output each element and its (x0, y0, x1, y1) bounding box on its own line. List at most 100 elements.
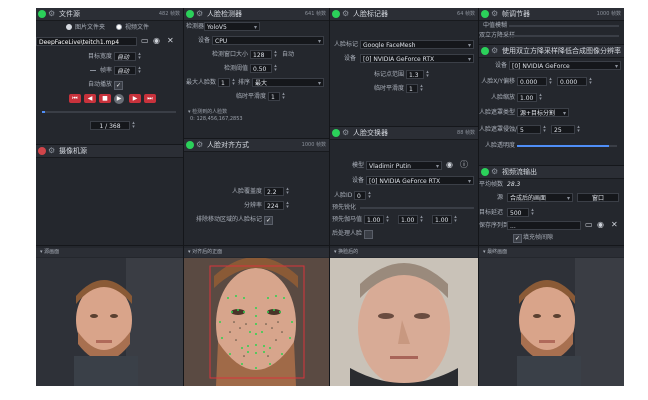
window-size-input[interactable]: 128 (250, 50, 272, 59)
stepper-icon[interactable]: ▴ ▾ (588, 77, 593, 86)
power-toggle-icon[interactable] (332, 10, 340, 18)
play-button[interactable]: ▶ (114, 94, 124, 104)
marker-select[interactable]: Google FaceMesh (360, 40, 474, 49)
power-toggle-icon[interactable] (186, 141, 194, 149)
post-process-checkbox[interactable] (364, 230, 373, 239)
stepper-icon[interactable]: ▴ ▾ (285, 201, 290, 210)
face-id-input[interactable]: 0 (354, 191, 366, 200)
gear-icon[interactable]: ⚙ (196, 9, 205, 18)
power-toggle-icon[interactable] (38, 10, 46, 18)
device-select[interactable]: [0] NVIDIA GeForce RTX (360, 54, 474, 63)
power-toggle-icon[interactable] (38, 147, 46, 155)
stepper-icon[interactable]: ▴ ▾ (231, 78, 236, 87)
mask-select[interactable]: 源+目标分割 (517, 108, 569, 117)
exclude-checkbox[interactable]: ✓ (264, 216, 273, 225)
device-select[interactable]: [0] NVIDIA GeForce RTX (366, 176, 474, 185)
stepper-icon[interactable]: ▴ ▾ (425, 70, 430, 79)
gear-icon[interactable]: ⚙ (48, 9, 57, 18)
frame-counter[interactable]: 1 / 368 (90, 121, 130, 130)
temporal-input[interactable]: 1 (268, 92, 280, 101)
gear-icon[interactable]: ⚙ (491, 46, 500, 55)
stepper-icon[interactable]: ▴ ▾ (273, 50, 278, 59)
panel-header: ⚙ 人脸交换器 88 帧数 (330, 127, 478, 140)
info-icon[interactable]: ⓘ (460, 160, 468, 170)
stepper-icon[interactable]: ▴ ▾ (285, 187, 290, 196)
gear-icon[interactable]: ⚙ (342, 128, 351, 137)
stop-button[interactable]: ■ (99, 94, 111, 103)
device-select[interactable]: CPU (212, 36, 324, 45)
model-select[interactable]: Vladimir Putin (366, 161, 442, 170)
gamma-b-input[interactable]: 1.00 (432, 215, 452, 224)
stepper-icon[interactable]: ▴ ▾ (548, 77, 553, 86)
coverage-input[interactable]: 2.2 (264, 187, 284, 196)
device-select[interactable]: [0] NVIDIA GeForce (509, 61, 621, 70)
power-toggle-icon[interactable] (481, 10, 489, 18)
folder-icon[interactable]: ▭ (141, 36, 149, 46)
file-path-input[interactable]: DeepFaceLive\teitch1.mp4 (36, 37, 137, 46)
scale-input[interactable]: 1.00 (517, 93, 537, 102)
step-forward-button[interactable]: ▶ (129, 94, 141, 103)
stepper-icon[interactable]: ▴ ▾ (419, 84, 424, 93)
eye-icon[interactable]: ◉ (153, 36, 160, 46)
max-faces-input[interactable]: 1 (218, 78, 230, 87)
opacity-slider[interactable] (517, 145, 617, 147)
resolution-input[interactable]: 224 (264, 201, 284, 210)
gear-icon[interactable]: ⚙ (491, 167, 500, 176)
degrade-slider[interactable] (509, 35, 619, 37)
step-back-button[interactable]: ◀ (84, 94, 96, 103)
stepper-icon[interactable]: ▴ ▾ (453, 215, 458, 224)
delay-input[interactable]: 500 (507, 208, 529, 217)
fps-input[interactable]: 自动 (114, 66, 136, 75)
timeline-slider[interactable] (42, 111, 176, 113)
temporal-input[interactable]: 1 (406, 84, 418, 93)
eye-icon[interactable]: ◉ (597, 220, 604, 230)
stepper-icon[interactable]: ▴ ▾ (281, 92, 286, 101)
gamma-g-input[interactable]: 1.00 (398, 215, 418, 224)
range-input[interactable]: 1.3 (406, 70, 424, 79)
target-width-input[interactable]: 自动 (114, 52, 136, 61)
gear-icon[interactable]: ⚙ (342, 9, 351, 18)
gear-icon[interactable]: ⚙ (491, 9, 500, 18)
autoplay-checkbox[interactable]: ✓ (114, 81, 123, 90)
folder-icon[interactable]: ▭ (585, 220, 593, 230)
blur-input[interactable]: 25 (551, 125, 575, 134)
stepper-icon[interactable]: ▴ ▾ (137, 52, 142, 61)
go-start-button[interactable]: ⏮ (69, 94, 81, 103)
fill-gap-checkbox[interactable]: ✓ (513, 234, 522, 243)
stepper-icon[interactable]: ▴ ▾ (419, 215, 424, 224)
morph-slider[interactable] (360, 207, 474, 209)
go-end-button[interactable]: ⏭ (144, 94, 156, 103)
stepper-icon[interactable]: ▴ ▾ (538, 93, 543, 102)
stepper-icon[interactable]: ▴ ▾ (530, 208, 535, 217)
threshold-input[interactable]: 0.50 (250, 64, 272, 73)
source-select[interactable]: 合成后的画面 (507, 193, 573, 202)
stepper-icon[interactable]: ▴ ▾ (576, 125, 581, 134)
power-toggle-icon[interactable] (186, 10, 194, 18)
stepper-icon[interactable]: ▴ ▾ (131, 121, 136, 130)
offset-x-input[interactable]: 0.000 (517, 77, 547, 86)
stepper-icon[interactable]: ▴ ▾ (273, 64, 278, 73)
stepper-icon[interactable]: ▴ ▾ (367, 191, 372, 200)
detector-select[interactable]: YoloV5 (204, 22, 260, 31)
window-button[interactable]: 窗口 (577, 193, 619, 202)
fps-counter: 641 帧数 (304, 11, 326, 17)
eye-icon[interactable]: ◉ (446, 160, 453, 170)
stepper-icon[interactable]: ▴ ▾ (385, 215, 390, 224)
stepper-icon[interactable]: ▴ ▾ (137, 66, 142, 75)
power-toggle-icon[interactable] (481, 168, 489, 176)
power-toggle-icon[interactable] (332, 129, 340, 137)
power-toggle-icon[interactable] (481, 47, 489, 55)
gamma-r-input[interactable]: 1.00 (364, 215, 384, 224)
gear-icon[interactable]: ⚙ (196, 140, 205, 149)
radio-video[interactable] (116, 24, 122, 30)
sort-select[interactable]: 最大 (252, 78, 324, 87)
stepper-icon[interactable]: ▴ ▾ (542, 125, 547, 134)
save-path-input[interactable]: ... (507, 221, 581, 230)
close-icon[interactable]: ✕ (611, 220, 618, 230)
gear-icon[interactable]: ⚙ (48, 146, 57, 155)
median-slider[interactable] (509, 25, 619, 27)
close-icon[interactable]: ✕ (167, 36, 174, 46)
radio-folder[interactable] (66, 24, 72, 30)
erode-input[interactable]: 5 (517, 125, 541, 134)
offset-y-input[interactable]: 0.000 (557, 77, 587, 86)
